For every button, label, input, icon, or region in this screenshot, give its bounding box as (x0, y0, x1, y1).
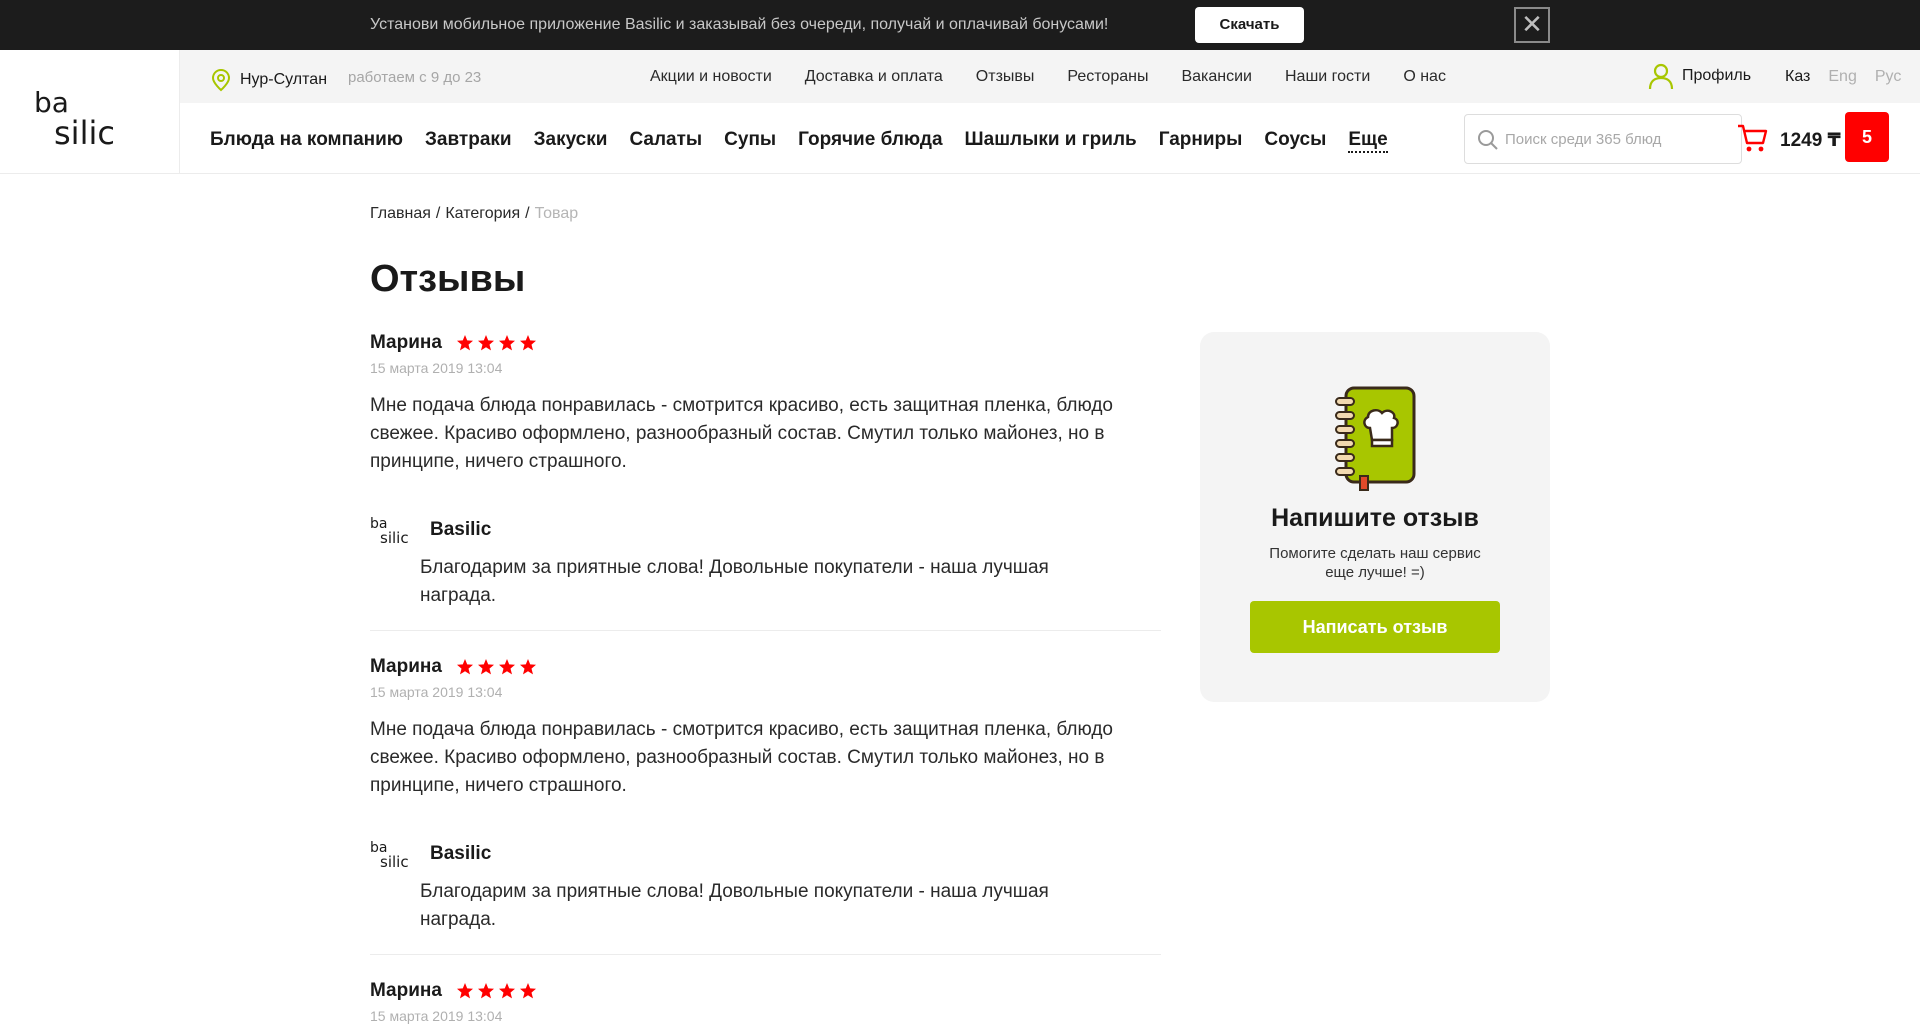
star-icon (456, 983, 536, 999)
nav-about[interactable]: О нас (1403, 68, 1446, 86)
download-app-button[interactable]: Скачать (1195, 7, 1304, 43)
write-review-subtitle: Помогите сделать наш сервис еще лучше! =… (1269, 545, 1481, 581)
review-date: 15 марта 2019 13:04 (370, 1008, 503, 1024)
category-breakfasts[interactable]: Завтраки (425, 129, 512, 153)
recipe-book-icon (1335, 386, 1416, 491)
review-item: Марина 15 марта 2019 13:04 Мне подача бл… (370, 656, 1161, 955)
nav-promotions-news[interactable]: Акции и новости (650, 68, 772, 86)
category-soups[interactable]: Супы (724, 129, 776, 153)
logo-line-2: silic (54, 114, 115, 148)
category-sides[interactable]: Гарниры (1159, 129, 1243, 153)
profile-link[interactable]: Профиль (1648, 62, 1751, 90)
city-name: Нур-Султан (240, 71, 328, 88)
page-title: Отзывы (370, 258, 526, 300)
reply-text: Благодарим за приятные слова! Довольные … (420, 557, 1049, 606)
top-nav: Акции и новости Доставка и оплата Отзывы… (650, 68, 1446, 86)
svg-text:silic: silic (380, 529, 409, 546)
review-date: 15 марта 2019 13:04 (370, 684, 503, 700)
breadcrumb: Главная / Категория / Товар (370, 205, 578, 223)
close-icon[interactable]: ✕ (1514, 7, 1550, 43)
cart-count-badge[interactable]: 5 (1845, 112, 1889, 162)
basilic-reply-logo: ba silic (370, 516, 409, 546)
reply-author: Basilic (430, 843, 492, 864)
category-shashlik-grill[interactable]: Шашлыки и гриль (965, 129, 1137, 153)
category-nav: Блюда на компанию Завтраки Закуски Салат… (210, 129, 1388, 153)
nav-restaurants[interactable]: Рестораны (1067, 68, 1148, 86)
review-text: Мне подача блюда понравилась - смотрится… (370, 719, 1113, 796)
star-icon (456, 335, 536, 351)
review-item: Марина 15 марта 2019 13:04 Мне подача бл… (370, 332, 1161, 631)
review-author: Марина (370, 332, 442, 353)
category-more[interactable]: Еще (1348, 129, 1388, 153)
write-review-button[interactable]: Написать отзыв (1250, 601, 1500, 653)
lang-kaz[interactable]: Каз (1785, 68, 1810, 86)
breadcrumb-separator: / (435, 205, 441, 222)
basilic-logo: ba silic (34, 88, 115, 148)
breadcrumb-current: Товар (534, 205, 579, 222)
review-text: Мне подача блюда понравилась - смотрится… (370, 395, 1113, 472)
review-item: Марина 15 марта 2019 13:04 (370, 980, 1161, 1024)
breadcrumb-category[interactable]: Категория (445, 205, 520, 222)
breadcrumb-home[interactable]: Главная (370, 205, 431, 222)
reply-author: Basilic (430, 519, 492, 540)
category-sauces[interactable]: Соусы (1264, 129, 1326, 153)
star-rating (456, 334, 536, 352)
language-switcher: Каз Eng Рус (1785, 68, 1901, 86)
write-review-card: Напишите отзыв Помогите сделать наш серв… (1200, 332, 1550, 702)
profile-label: Профиль (1682, 67, 1752, 84)
user-icon (1648, 63, 1674, 90)
lang-rus[interactable]: Рус (1875, 68, 1902, 86)
review-author: Марина (370, 656, 442, 677)
category-salads[interactable]: Салаты (629, 129, 702, 153)
logo-link[interactable]: ba silic (0, 50, 180, 174)
working-hours: работаем с 9 до 23 (348, 69, 482, 86)
nav-our-guests[interactable]: Наши гости (1285, 68, 1370, 86)
lang-eng[interactable]: Eng (1828, 68, 1856, 86)
location-pin-icon (211, 68, 231, 92)
category-bar: Блюда на компанию Завтраки Закуски Салат… (180, 103, 1920, 174)
category-hot-dishes[interactable]: Горячие блюда (798, 129, 942, 153)
cart-icon[interactable] (1737, 123, 1769, 153)
write-review-title: Напишите отзыв (1271, 504, 1479, 532)
star-rating (456, 658, 536, 676)
search-icon (1478, 130, 1498, 150)
top-info-bar: Нур-Султан работаем с 9 до 23 Акции и но… (180, 50, 1920, 103)
basilic-reply-logo: ba silic (370, 840, 409, 870)
review-author: Марина (370, 980, 442, 1001)
category-snacks[interactable]: Закуски (534, 129, 608, 153)
promo-text: Установи мобильное приложение Basilic и … (370, 16, 1109, 33)
svg-text:silic: silic (380, 853, 409, 870)
star-rating (456, 982, 536, 1000)
app-promo-banner: Установи мобильное приложение Basilic и … (0, 0, 1920, 50)
search-box (1464, 114, 1742, 164)
breadcrumb-separator: / (525, 205, 530, 222)
nav-delivery-payment[interactable]: Доставка и оплата (805, 68, 943, 86)
city-selector[interactable]: Нур-Султан (210, 68, 327, 92)
star-icon (456, 659, 536, 675)
category-company-dishes[interactable]: Блюда на компанию (210, 129, 403, 153)
search-input[interactable] (1505, 127, 1730, 151)
reply-text: Благодарим за приятные слова! Довольные … (420, 881, 1049, 930)
nav-vacancies[interactable]: Вакансии (1181, 68, 1252, 86)
cart-total[interactable]: 1249 ₸ (1780, 129, 1841, 152)
nav-reviews[interactable]: Отзывы (976, 68, 1035, 86)
review-date: 15 марта 2019 13:04 (370, 360, 503, 376)
